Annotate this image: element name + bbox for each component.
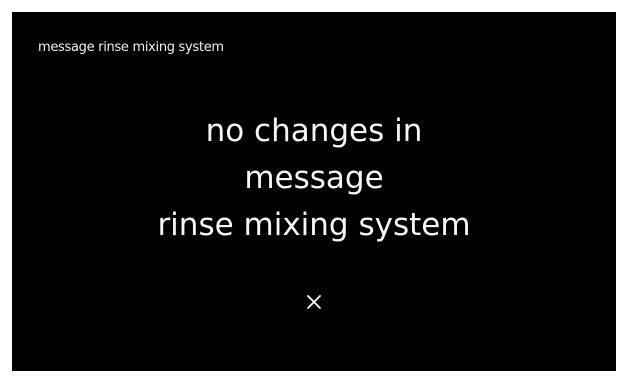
- close-icon: [307, 295, 321, 309]
- message-line-2: message: [244, 160, 384, 196]
- message-line-3: rinse mixing system: [157, 207, 471, 243]
- message-text: no changes in message rinse mixing syste…: [12, 108, 616, 249]
- dialog-screen: message rinse mixing system no changes i…: [12, 12, 616, 371]
- screen-title: message rinse mixing system: [38, 40, 224, 55]
- message-line-1: no changes in: [205, 113, 423, 149]
- close-button[interactable]: [299, 287, 329, 317]
